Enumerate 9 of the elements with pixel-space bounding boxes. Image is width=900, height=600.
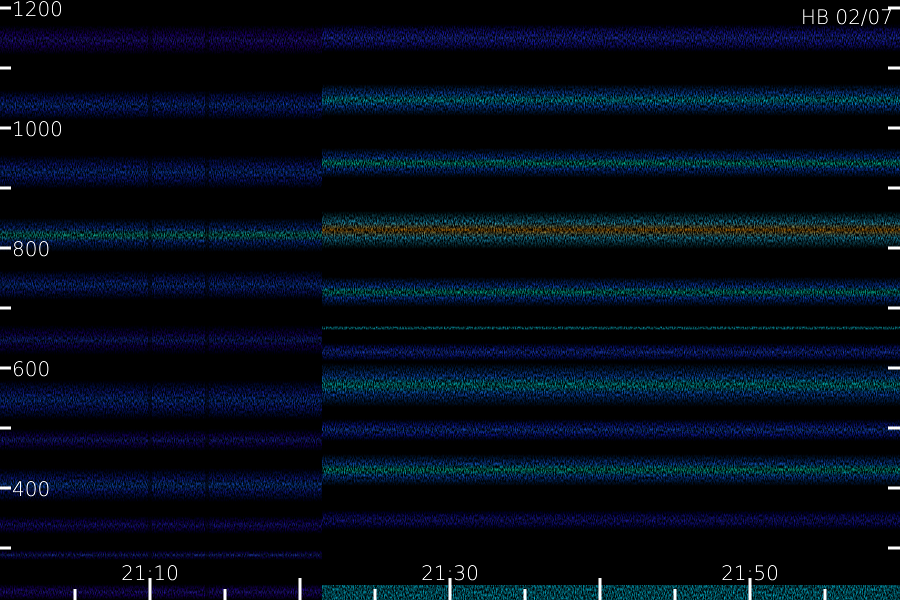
y-axis-label: 400: [12, 477, 50, 501]
chart-title: HB 02/07: [800, 5, 893, 29]
y-axis-label: 600: [12, 357, 50, 381]
y-axis-label: 1200: [12, 0, 63, 21]
y-axis-label: 800: [12, 237, 50, 261]
x-axis-label: 21:10: [121, 561, 179, 585]
x-axis-label: 21:30: [421, 561, 479, 585]
x-axis-label: 21:50: [721, 561, 779, 585]
y-axis-label: 1000: [12, 117, 63, 141]
